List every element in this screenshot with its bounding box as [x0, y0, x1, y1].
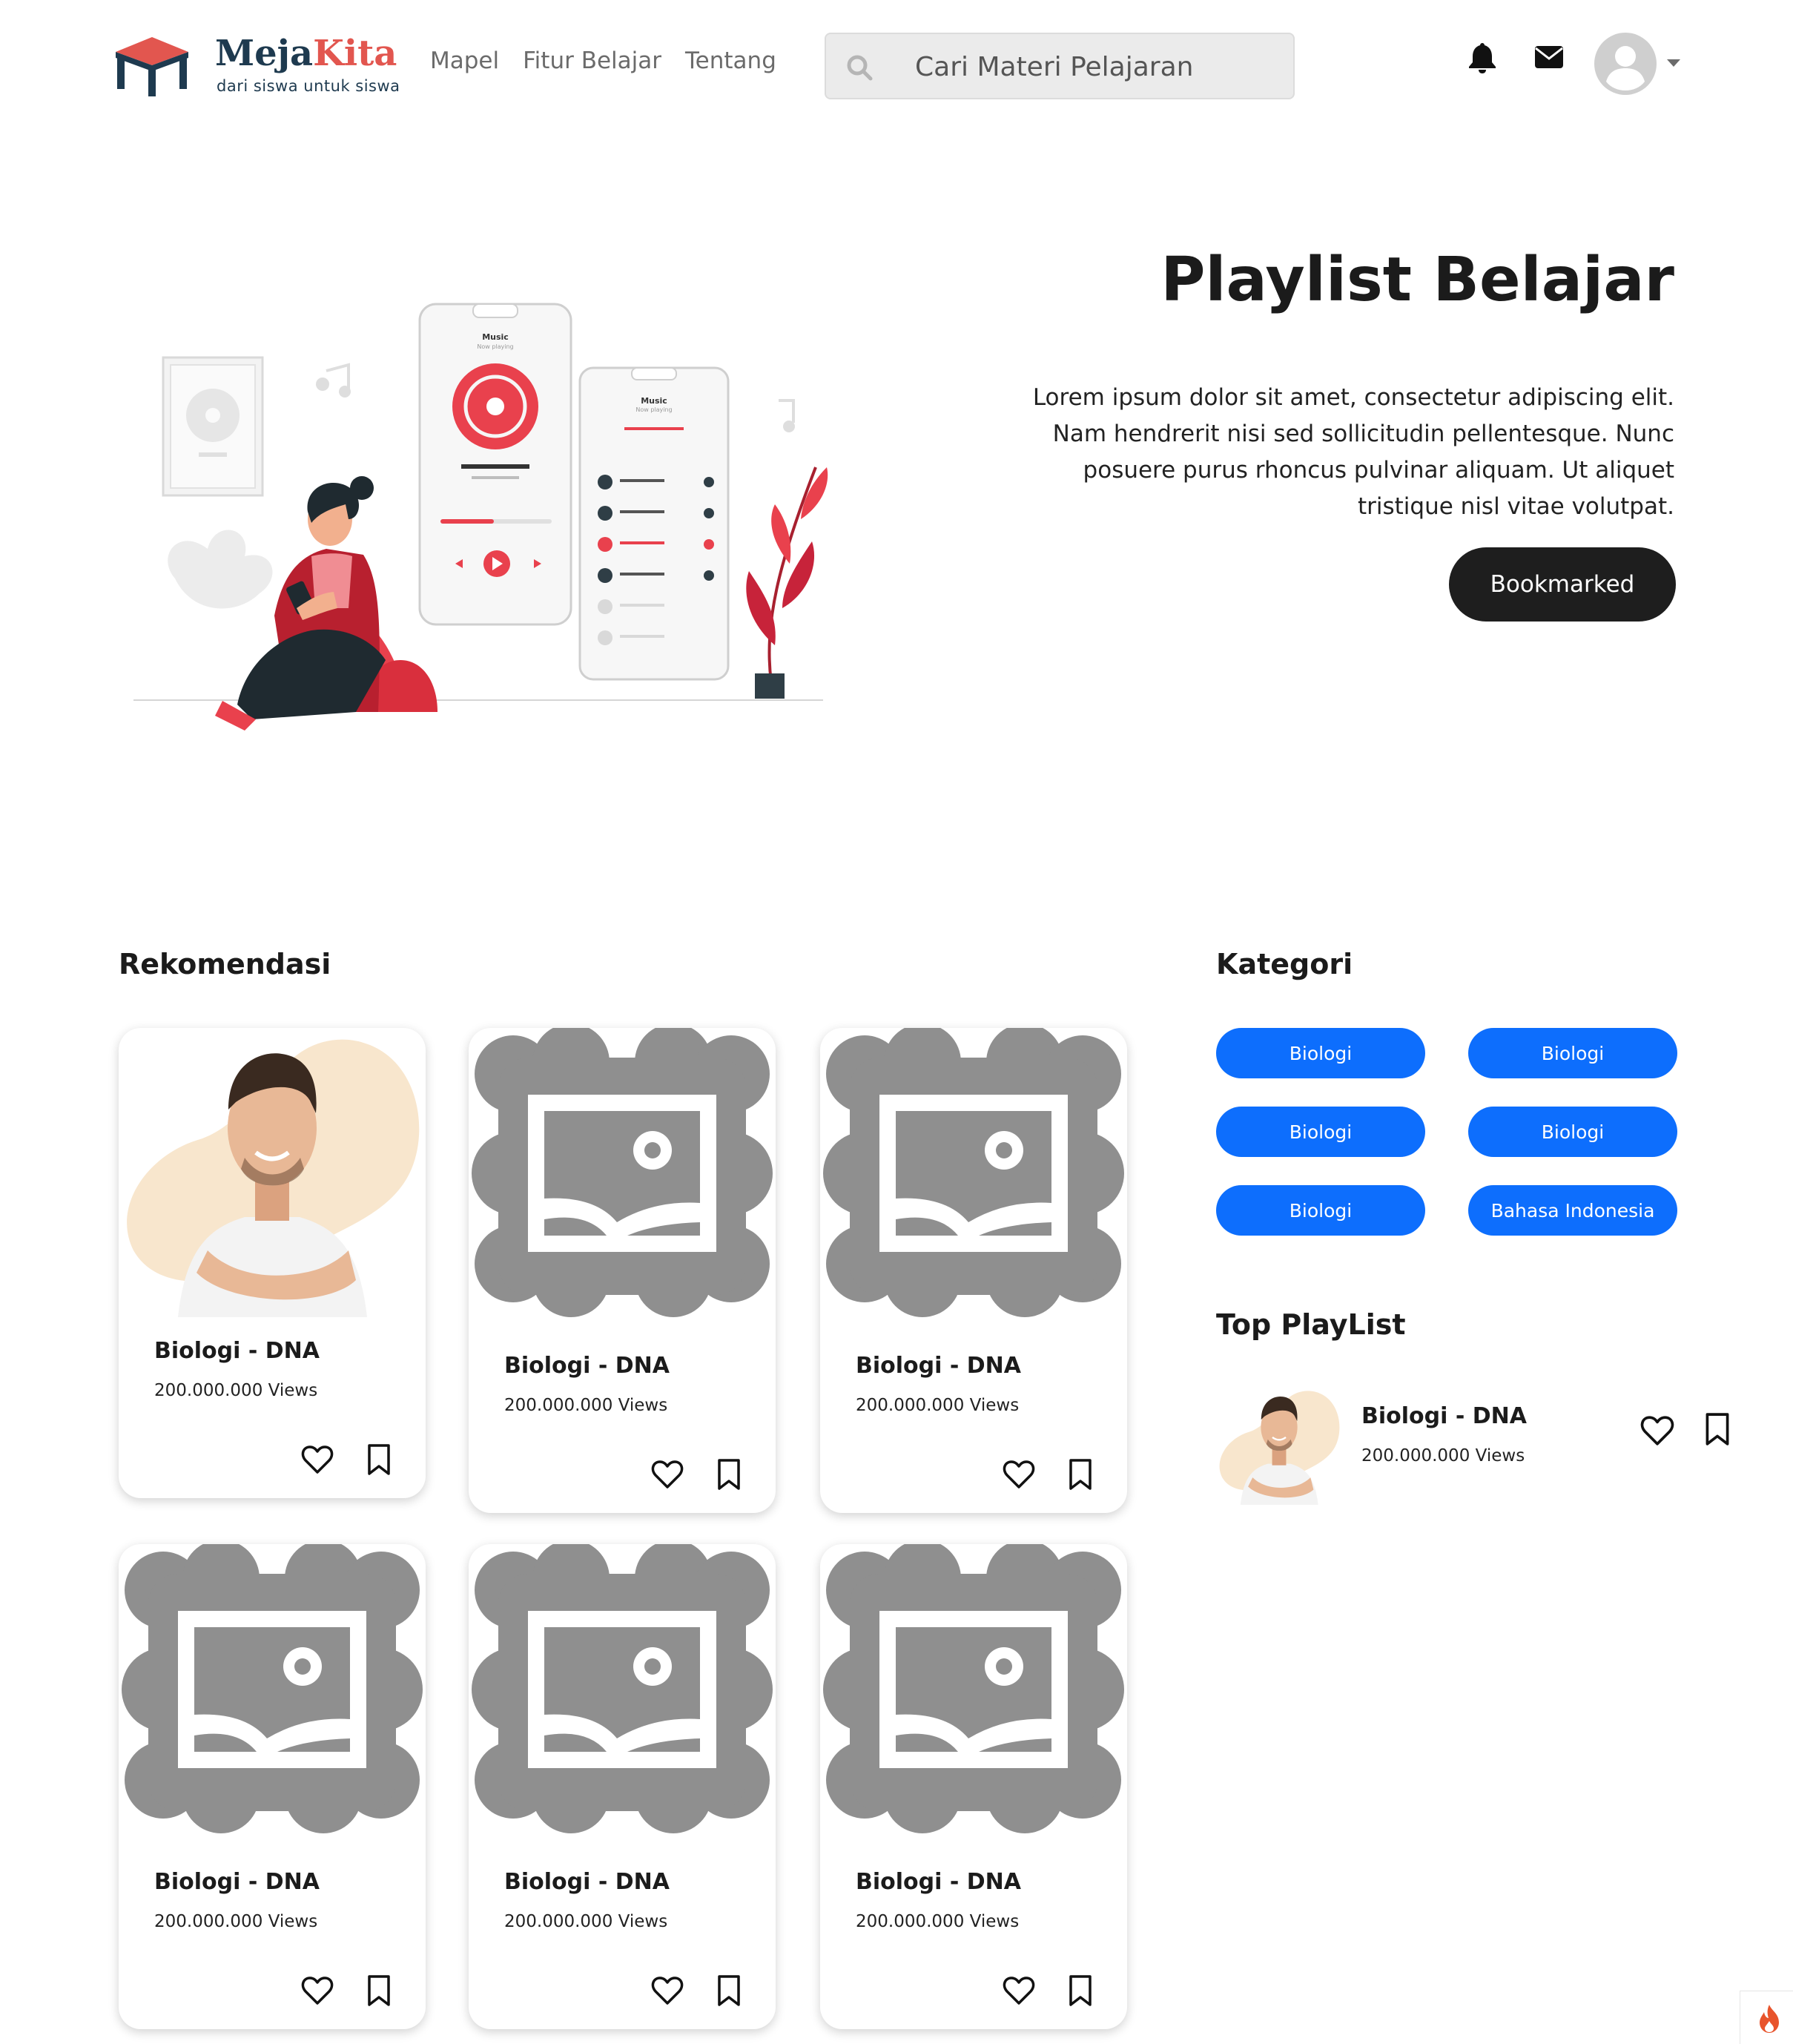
heart-icon[interactable]: [301, 1445, 334, 1474]
image-placeholder-icon: [119, 1544, 426, 1833]
table-logo-icon: [116, 37, 188, 96]
hero-description: Lorem ipsum dolor sit amet, consectetur …: [1032, 384, 1674, 520]
mail-icon[interactable]: [1533, 44, 1565, 70]
bookmark-icon[interactable]: [1704, 1412, 1731, 1446]
phone2-title: Music: [641, 396, 667, 406]
main-nav: Mapel Fitur Belajar Tentang: [430, 47, 776, 74]
category-button[interactable]: Bahasa Indonesia: [1468, 1185, 1677, 1236]
bell-icon[interactable]: [1467, 42, 1498, 74]
flame-icon: [1760, 2005, 1779, 2033]
recommendation-card[interactable]: Biologi - DNA 200.000.000 Views: [469, 1544, 776, 2029]
recommendation-card[interactable]: Biologi - DNA 200.000.000 Views: [119, 1028, 426, 1498]
bookmark-icon[interactable]: [366, 1974, 392, 2007]
card-title: Biologi - DNA: [504, 1353, 670, 1379]
hero-illustration: Music Now playing Music Now playing: [133, 303, 828, 731]
brand-name: MejaKita: [215, 33, 397, 74]
card-views: 200.000.000 Views: [856, 1396, 1020, 1415]
phone-subtitle: Now playing: [477, 343, 513, 350]
search-input[interactable]: [915, 47, 1271, 86]
card-title: Biologi - DNA: [856, 1869, 1021, 1895]
card-views: 200.000.000 Views: [154, 1381, 318, 1400]
heart-icon[interactable]: [1003, 1976, 1035, 2005]
bookmark-icon[interactable]: [716, 1458, 742, 1491]
kategori-heading: Kategori: [1216, 948, 1353, 980]
recommendation-card[interactable]: Biologi - DNA 200.000.000 Views: [820, 1028, 1127, 1513]
heart-icon[interactable]: [1640, 1415, 1674, 1446]
nav-item-mapel[interactable]: Mapel: [430, 47, 499, 74]
recommendation-card[interactable]: Biologi - DNA 200.000.000 Views: [469, 1028, 776, 1513]
avatar[interactable]: [1594, 33, 1657, 95]
card-title: Biologi - DNA: [154, 1869, 320, 1895]
heart-icon[interactable]: [651, 1976, 684, 2005]
category-button[interactable]: Biologi: [1468, 1028, 1677, 1078]
phone2-subtitle: Now playing: [635, 406, 672, 413]
card-title: Biologi - DNA: [154, 1338, 320, 1364]
card-title: Biologi - DNA: [856, 1353, 1021, 1379]
nav-item-tentang[interactable]: Tentang: [685, 47, 776, 74]
brand-tagline: dari siswa untuk siswa: [217, 77, 400, 95]
bookmark-icon[interactable]: [366, 1443, 392, 1476]
top-playlist-views: 200.000.000 Views: [1361, 1446, 1525, 1466]
bookmark-icon[interactable]: [716, 1974, 742, 2007]
brand-logo[interactable]: MejaKita dari siswa untuk siswa: [111, 31, 400, 105]
debug-toolbar-button[interactable]: [1740, 1991, 1793, 2044]
image-placeholder-icon: [469, 1544, 776, 1833]
rekomendasi-heading: Rekomendasi: [119, 948, 331, 980]
bookmark-icon[interactable]: [1068, 1974, 1093, 2007]
chevron-down-icon[interactable]: [1665, 58, 1682, 68]
bookmarked-button[interactable]: Bookmarked: [1449, 547, 1676, 622]
search-box: [825, 33, 1295, 99]
card-views: 200.000.000 Views: [504, 1396, 668, 1415]
bookmark-icon[interactable]: [1068, 1458, 1093, 1491]
category-button[interactable]: Biologi: [1216, 1185, 1425, 1236]
hero-title: Playlist Belajar: [1160, 245, 1674, 315]
top-playlist-heading: Top PlayList: [1216, 1308, 1406, 1341]
heart-icon[interactable]: [1003, 1460, 1035, 1489]
category-button[interactable]: Biologi: [1216, 1107, 1425, 1157]
image-placeholder-icon: [820, 1028, 1127, 1317]
recommendation-card[interactable]: Biologi - DNA 200.000.000 Views: [820, 1544, 1127, 2029]
heart-icon[interactable]: [651, 1460, 684, 1489]
nav-item-fitur-belajar[interactable]: Fitur Belajar: [523, 47, 661, 74]
card-views: 200.000.000 Views: [504, 1912, 668, 1931]
top-playlist-thumbnail[interactable]: [1216, 1384, 1342, 1507]
card-title: Biologi - DNA: [504, 1869, 670, 1895]
heart-icon[interactable]: [301, 1976, 334, 2005]
image-placeholder-icon: [820, 1544, 1127, 1833]
recommendation-card[interactable]: Biologi - DNA 200.000.000 Views: [119, 1544, 426, 2029]
category-button[interactable]: Biologi: [1468, 1107, 1677, 1157]
image-placeholder-icon: [469, 1028, 776, 1317]
search-icon[interactable]: [845, 53, 874, 82]
top-playlist-title[interactable]: Biologi - DNA: [1361, 1403, 1527, 1429]
person-photo: [119, 1028, 426, 1317]
category-button[interactable]: Biologi: [1216, 1028, 1425, 1078]
card-views: 200.000.000 Views: [154, 1912, 318, 1931]
phone-title: Music: [482, 332, 509, 342]
card-views: 200.000.000 Views: [856, 1912, 1020, 1931]
